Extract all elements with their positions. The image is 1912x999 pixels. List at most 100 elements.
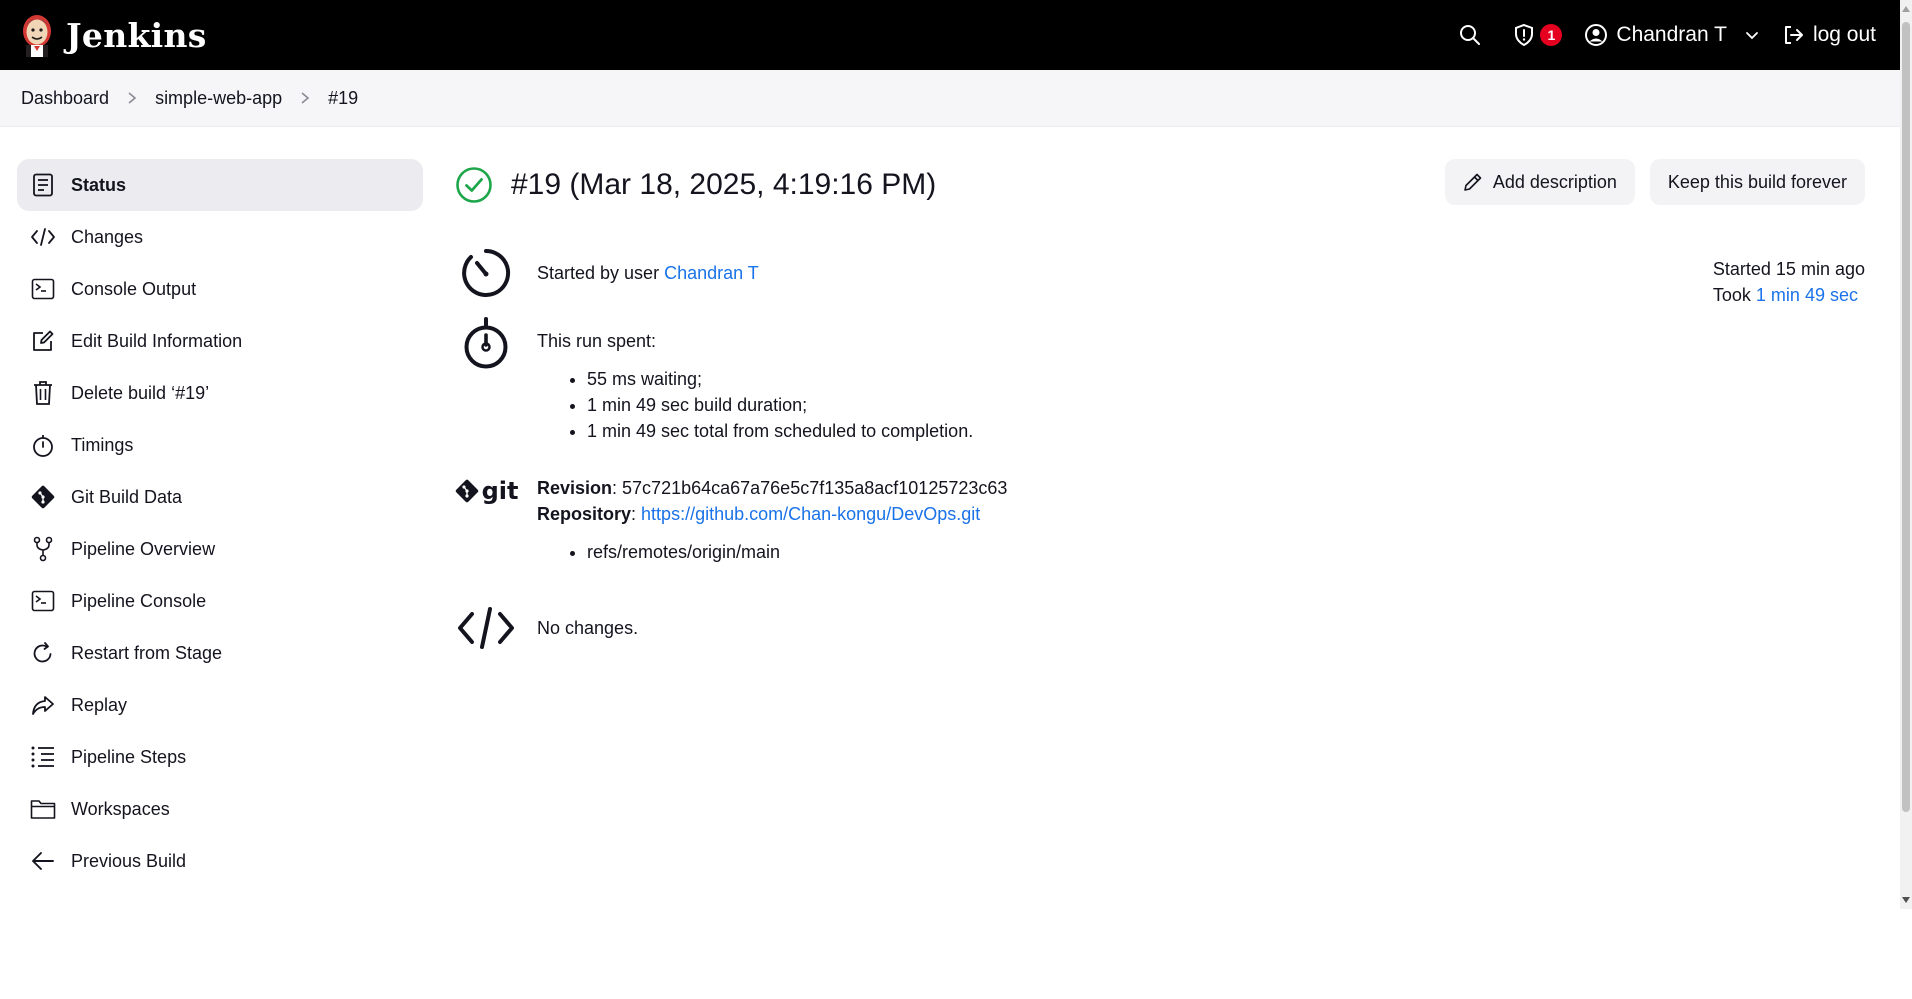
- add-description-button[interactable]: Add description: [1444, 159, 1635, 205]
- sidebar-item-label: Workspaces: [71, 798, 170, 819]
- revision-label: Revision: [537, 478, 613, 498]
- sidebar-item-label: Pipeline Steps: [71, 746, 187, 767]
- stopwatch-icon: [461, 316, 511, 444]
- git-icon: [30, 484, 56, 510]
- user-avatar-icon: [1584, 23, 1608, 47]
- steps-list-icon: [30, 744, 56, 770]
- user-menu[interactable]: Chandran T: [1584, 23, 1759, 47]
- sidebar-item-label: Git Build Data: [71, 486, 183, 507]
- logout-icon: [1781, 23, 1805, 47]
- edit-icon: [30, 328, 56, 354]
- sidebar-item-label: Status: [71, 174, 127, 195]
- search-button[interactable]: [1458, 23, 1482, 47]
- git-logo-text: git: [481, 477, 519, 505]
- breadcrumb-job[interactable]: simple-web-app: [155, 88, 282, 109]
- sidebar: Status Changes Console Output Edit Build…: [17, 159, 423, 887]
- sidebar-item-label: Timings: [71, 434, 134, 455]
- git-section: git Revision: 57c721b64ca67a76e5c7f135a8…: [455, 475, 1007, 565]
- sidebar-item-workspaces[interactable]: Workspaces: [17, 783, 423, 835]
- sidebar-item-edit-build-information[interactable]: Edit Build Information: [17, 315, 423, 367]
- sidebar-item-delete-build[interactable]: Delete build ‘#19’: [17, 367, 423, 419]
- sidebar-item-label: Changes: [71, 226, 144, 247]
- page-title: #19 (Mar 18, 2025, 4:19:16 PM): [511, 168, 937, 201]
- sidebar-item-timings[interactable]: Timings: [17, 419, 423, 471]
- status-doc-icon: [30, 172, 56, 198]
- sidebar-item-restart-from-stage[interactable]: Restart from Stage: [17, 627, 423, 679]
- sidebar-item-console-output[interactable]: Console Output: [17, 263, 423, 315]
- trash-icon: [30, 380, 56, 406]
- duration-link[interactable]: 1 min 49 sec: [1756, 285, 1858, 305]
- revision-value: : 57c721b64ca67a76e5c7f135a8acf10125723c…: [612, 478, 1008, 498]
- repository-separator: :: [631, 504, 642, 524]
- sidebar-item-label: Pipeline Overview: [71, 538, 216, 559]
- started-by-user-link[interactable]: Chandran T: [664, 263, 759, 283]
- breadcrumb-dashboard[interactable]: Dashboard: [21, 88, 109, 109]
- run-spent-section: This run spent: 55 ms waiting; 1 min 49 …: [455, 316, 973, 444]
- sidebar-item-pipeline-overview[interactable]: Pipeline Overview: [17, 523, 423, 575]
- jenkins-home-link[interactable]: Jenkins: [20, 10, 207, 60]
- changes-section: No changes.: [455, 606, 638, 650]
- terminal-icon: [30, 276, 56, 302]
- timer-icon: [459, 246, 513, 300]
- pencil-icon: [1463, 172, 1483, 192]
- run-spent-list: 55 ms waiting; 1 min 49 sec build durati…: [587, 366, 973, 444]
- sidebar-item-label: Delete build ‘#19’: [71, 382, 210, 403]
- list-item: 1 min 49 sec total from scheduled to com…: [587, 418, 973, 444]
- list-item: refs/remotes/origin/main: [587, 539, 1007, 565]
- code-icon: [30, 224, 56, 250]
- add-description-label: Add description: [1492, 171, 1617, 192]
- list-item: 1 min 49 sec build duration;: [587, 392, 973, 418]
- started-ago-text: Started 15 min ago: [1712, 259, 1865, 279]
- scrollbar-thumb[interactable]: [1902, 22, 1910, 812]
- breadcrumb: Dashboard simple-web-app #19: [0, 70, 1900, 127]
- build-timing-meta: Started 15 min ago Took 1 min 49 sec: [1713, 256, 1865, 308]
- took-prefix: Took: [1712, 285, 1756, 305]
- keep-forever-label: Keep this build forever: [1667, 171, 1847, 192]
- chevron-right-icon: [127, 91, 137, 105]
- refs-list: refs/remotes/origin/main: [587, 539, 1007, 565]
- search-icon: [1458, 23, 1482, 47]
- no-changes-text: No changes.: [537, 618, 639, 638]
- repository-url-link[interactable]: https://github.com/Chan-kongu/DevOps.git: [641, 504, 980, 524]
- logout-link[interactable]: log out: [1781, 23, 1876, 47]
- sidebar-item-label: Edit Build Information: [71, 330, 243, 351]
- scroll-up-arrow-icon[interactable]: [1902, 6, 1910, 12]
- repository-label: Repository: [537, 504, 632, 524]
- sidebar-item-label: Restart from Stage: [71, 642, 223, 663]
- folder-icon: [30, 796, 56, 822]
- run-spent-label: This run spent:: [537, 331, 657, 351]
- brand-name: Jenkins: [66, 15, 207, 55]
- stopwatch-icon: [30, 432, 56, 458]
- logout-label: log out: [1812, 23, 1876, 46]
- scroll-down-arrow-icon[interactable]: [1902, 897, 1910, 903]
- restart-icon: [30, 640, 56, 666]
- sidebar-item-label: Replay: [71, 694, 128, 715]
- code-icon: [457, 606, 515, 650]
- sidebar-item-changes[interactable]: Changes: [17, 211, 423, 263]
- sidebar-item-previous-build[interactable]: Previous Build: [17, 835, 423, 887]
- branch-icon: [30, 536, 56, 562]
- git-logo-icon: git: [454, 477, 519, 505]
- security-alerts-button[interactable]: 1: [1512, 23, 1563, 47]
- started-by-prefix: Started by user: [537, 263, 665, 283]
- keep-build-forever-button[interactable]: Keep this build forever: [1649, 159, 1865, 205]
- sidebar-item-status[interactable]: Status: [17, 159, 423, 211]
- success-check-icon: [455, 166, 493, 204]
- breadcrumb-build[interactable]: #19: [328, 88, 358, 109]
- sidebar-item-pipeline-steps[interactable]: Pipeline Steps: [17, 731, 423, 783]
- sidebar-item-pipeline-console[interactable]: Pipeline Console: [17, 575, 423, 627]
- top-header: Jenkins 1 Chandran T log out: [0, 0, 1900, 70]
- sidebar-item-git-build-data[interactable]: Git Build Data: [17, 471, 423, 523]
- sidebar-item-label: Pipeline Console: [71, 590, 207, 611]
- sidebar-item-label: Console Output: [71, 278, 197, 299]
- security-count-badge: 1: [1540, 24, 1563, 46]
- sidebar-item-replay[interactable]: Replay: [17, 679, 423, 731]
- list-item: 55 ms waiting;: [587, 366, 973, 392]
- shield-icon: [1512, 23, 1536, 47]
- jenkins-logo-icon: [20, 12, 54, 58]
- replay-icon: [30, 692, 56, 718]
- user-name: Chandran T: [1616, 23, 1727, 46]
- terminal-icon: [30, 588, 56, 614]
- page-scrollbar[interactable]: [1900, 0, 1912, 909]
- arrow-left-icon: [30, 848, 56, 874]
